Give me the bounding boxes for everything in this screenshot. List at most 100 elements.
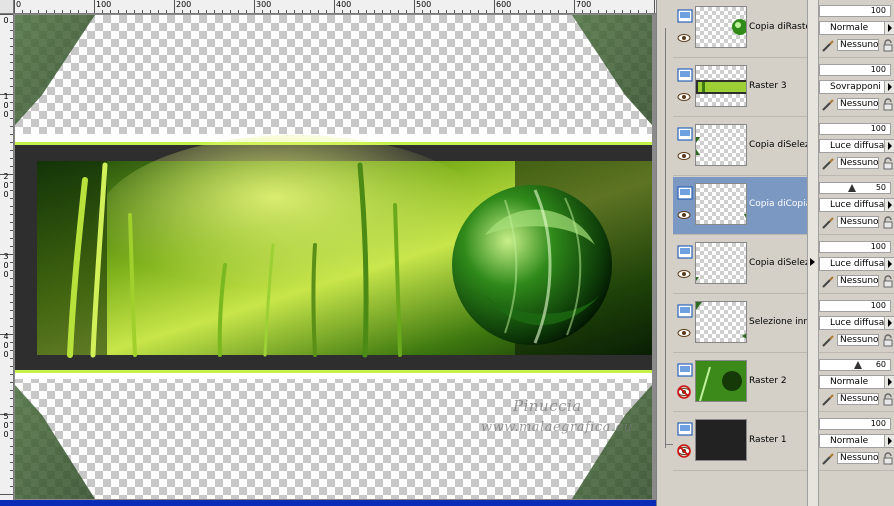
thumb-corner (744, 214, 746, 218)
mask-brush-icon[interactable] (821, 156, 835, 170)
hidden-eye-icon[interactable] (677, 384, 691, 399)
layer-thumbnail[interactable] (695, 242, 747, 284)
layer-row[interactable]: Copia diCopia (673, 177, 807, 235)
opacity-slider[interactable]: 100 (819, 300, 891, 312)
mask-value[interactable]: Nessuno (837, 334, 879, 346)
layer-row[interactable]: Raster 2 (673, 354, 807, 412)
dropdown-arrow-icon[interactable] (884, 81, 894, 93)
opacity-slider-thumb[interactable] (848, 184, 856, 192)
layer-row[interactable]: Copia diSelezi (673, 236, 807, 294)
lock-icon[interactable] (881, 38, 894, 52)
layer-thumbnail[interactable] (695, 6, 747, 48)
opacity-slider-thumb[interactable] (854, 361, 862, 369)
dropdown-arrow-icon[interactable] (884, 435, 894, 447)
layer-thumbnail[interactable] (695, 65, 747, 107)
dropdown-arrow-icon[interactable] (884, 258, 894, 270)
eye-icon[interactable] (677, 89, 691, 103)
light-glow (95, 135, 495, 315)
opacity-slider[interactable]: 100 (819, 418, 891, 430)
mask-value[interactable]: Nessuno (837, 275, 879, 287)
lock-icon[interactable] (881, 97, 894, 111)
dropdown-arrow-icon[interactable] (884, 376, 894, 388)
eye-icon[interactable] (677, 207, 691, 221)
opacity-slider[interactable]: 100 (819, 64, 891, 76)
mask-control: Nessuno (819, 333, 894, 347)
image-canvas[interactable]: Pinuccia www.malaegrafica.eu (15, 15, 652, 499)
panel-scrollbar[interactable] (807, 0, 819, 506)
dropdown-arrow-icon[interactable] (884, 317, 894, 329)
layer-thumbnail[interactable] (695, 360, 747, 402)
mask-value[interactable]: Nessuno (837, 393, 879, 405)
blend-mode-select[interactable]: Luce diffusa (819, 316, 894, 330)
dropdown-arrow-icon[interactable] (884, 22, 894, 34)
eye-icon[interactable] (677, 266, 691, 280)
blend-mode-select[interactable]: Luce diffusa (819, 257, 894, 271)
scroll-arrow-icon[interactable] (810, 258, 815, 266)
mask-value[interactable]: Nessuno (837, 98, 879, 110)
watermark-author: Pinuccia (513, 397, 582, 415)
dropdown-arrow-icon[interactable] (884, 199, 894, 211)
corner-decoration-bottom-right (572, 385, 652, 499)
mask-control: Nessuno (819, 97, 894, 111)
mask-value[interactable]: Nessuno (837, 39, 879, 51)
layer-row[interactable]: Raster 1 (673, 413, 807, 471)
opacity-value: 100 (870, 65, 886, 74)
eye-icon[interactable] (677, 325, 691, 339)
lower-white-band (15, 372, 652, 379)
mask-brush-icon[interactable] (821, 333, 835, 347)
mask-brush-icon[interactable] (821, 392, 835, 406)
blend-mode-select[interactable]: Luce diffusa (819, 139, 894, 153)
raster-layer-icon (677, 362, 693, 377)
opacity-slider[interactable]: 100 (819, 241, 891, 253)
mask-brush-icon[interactable] (821, 274, 835, 288)
layer-name[interactable]: Copia diSelezi (749, 258, 807, 268)
lock-icon[interactable] (881, 215, 894, 229)
blend-mode-select[interactable]: Sovrapponi (819, 80, 894, 94)
mask-control: Nessuno (819, 392, 894, 406)
layer-thumbnail[interactable] (695, 183, 747, 225)
mask-value[interactable]: Nessuno (837, 216, 879, 228)
blend-mode-select[interactable]: Luce diffusa (819, 198, 894, 212)
opacity-slider[interactable]: 100 (819, 123, 891, 135)
canvas-area[interactable]: 0 100 200 300 400 500 600 700 0 1 0 0 2 … (0, 0, 656, 506)
mask-brush-icon[interactable] (821, 451, 835, 465)
lock-icon[interactable] (881, 333, 894, 347)
layer-name[interactable]: Copia diRaste (749, 22, 807, 32)
layer-thumbnail[interactable] (695, 301, 747, 343)
blend-mode-select[interactable]: Normale (819, 434, 894, 448)
layer-properties-row: 100 Normale Nessuno (819, 0, 894, 58)
mask-value[interactable]: Nessuno (837, 452, 879, 464)
layer-row[interactable]: Copia diSelezi (673, 118, 807, 176)
ruler-label: 500 (416, 0, 432, 9)
layer-name[interactable]: Copia diSelezi (749, 140, 807, 150)
hidden-eye-icon[interactable] (677, 443, 691, 458)
blend-mode-select[interactable]: Normale (819, 21, 894, 35)
layer-name[interactable]: Copia diCopia (749, 199, 807, 209)
lock-icon[interactable] (881, 392, 894, 406)
blend-mode-select[interactable]: Normale (819, 375, 894, 389)
lock-icon[interactable] (881, 274, 894, 288)
lock-icon[interactable] (881, 156, 894, 170)
opacity-slider[interactable]: 50 (819, 182, 891, 194)
dropdown-arrow-icon[interactable] (884, 140, 894, 152)
layer-row[interactable]: Selezione inna (673, 295, 807, 353)
opacity-slider[interactable]: 100 (819, 5, 891, 17)
layer-tree-line (665, 28, 666, 448)
layer-name[interactable]: Raster 3 (749, 81, 807, 91)
mask-brush-icon[interactable] (821, 215, 835, 229)
layer-name[interactable]: Selezione inna (749, 317, 807, 327)
layer-row[interactable]: Copia diRaste (673, 0, 807, 58)
blend-mode-value: Normale (830, 436, 869, 446)
eye-icon[interactable] (677, 148, 691, 162)
opacity-slider[interactable]: 60 (819, 359, 891, 371)
lock-icon[interactable] (881, 451, 894, 465)
mask-value[interactable]: Nessuno (837, 157, 879, 169)
mask-brush-icon[interactable] (821, 38, 835, 52)
layer-thumbnail[interactable] (695, 124, 747, 166)
layer-name[interactable]: Raster 2 (749, 376, 807, 386)
mask-brush-icon[interactable] (821, 97, 835, 111)
layer-row[interactable]: Raster 3 (673, 59, 807, 117)
eye-icon[interactable] (677, 30, 691, 44)
layer-name[interactable]: Raster 1 (749, 435, 807, 445)
layer-thumbnail[interactable] (695, 419, 747, 461)
